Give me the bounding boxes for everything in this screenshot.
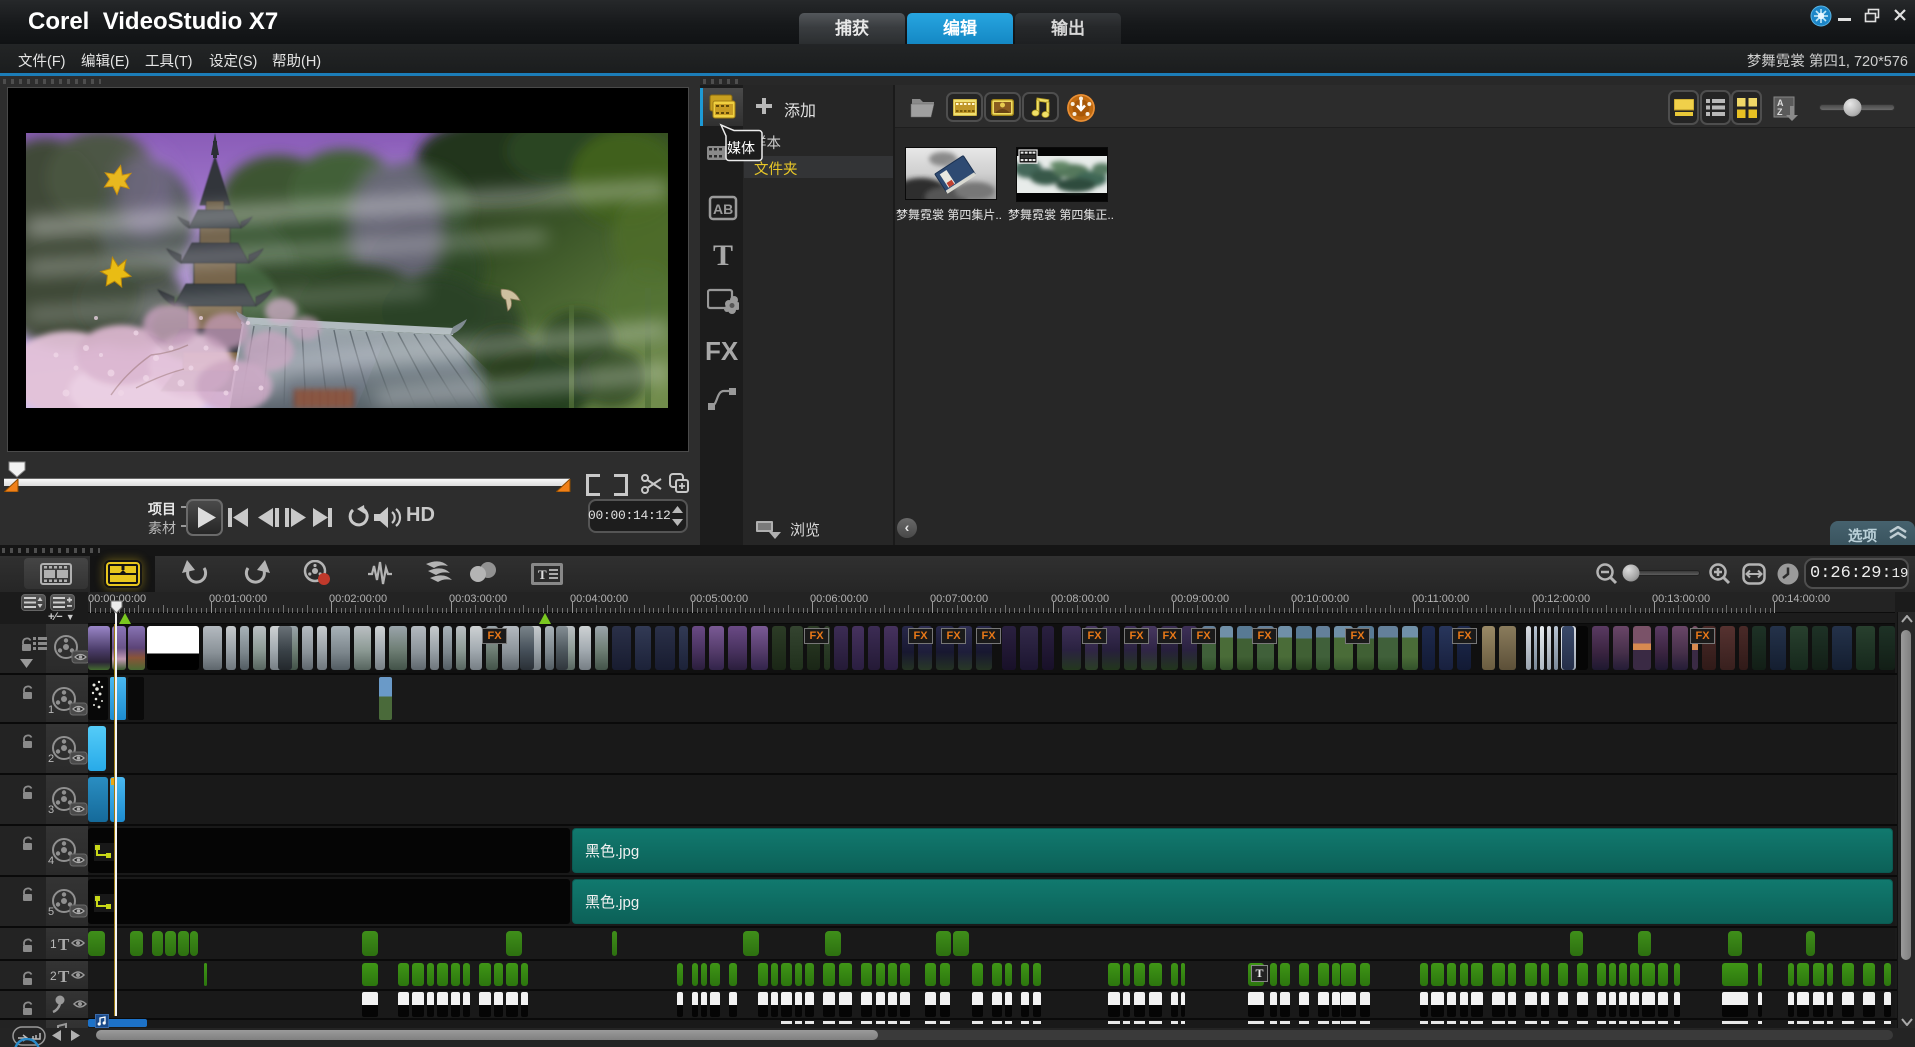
svg-text:4: 4 — [48, 855, 54, 867]
svg-text:3: 3 — [48, 804, 54, 816]
svg-text:2: 2 — [48, 753, 54, 765]
svg-text:T: T — [538, 567, 547, 582]
svg-text:1: 1 — [48, 704, 54, 716]
svg-text:AB: AB — [713, 201, 733, 217]
svg-text:5: 5 — [48, 906, 54, 918]
svg-text:Z: Z — [1777, 107, 1783, 117]
